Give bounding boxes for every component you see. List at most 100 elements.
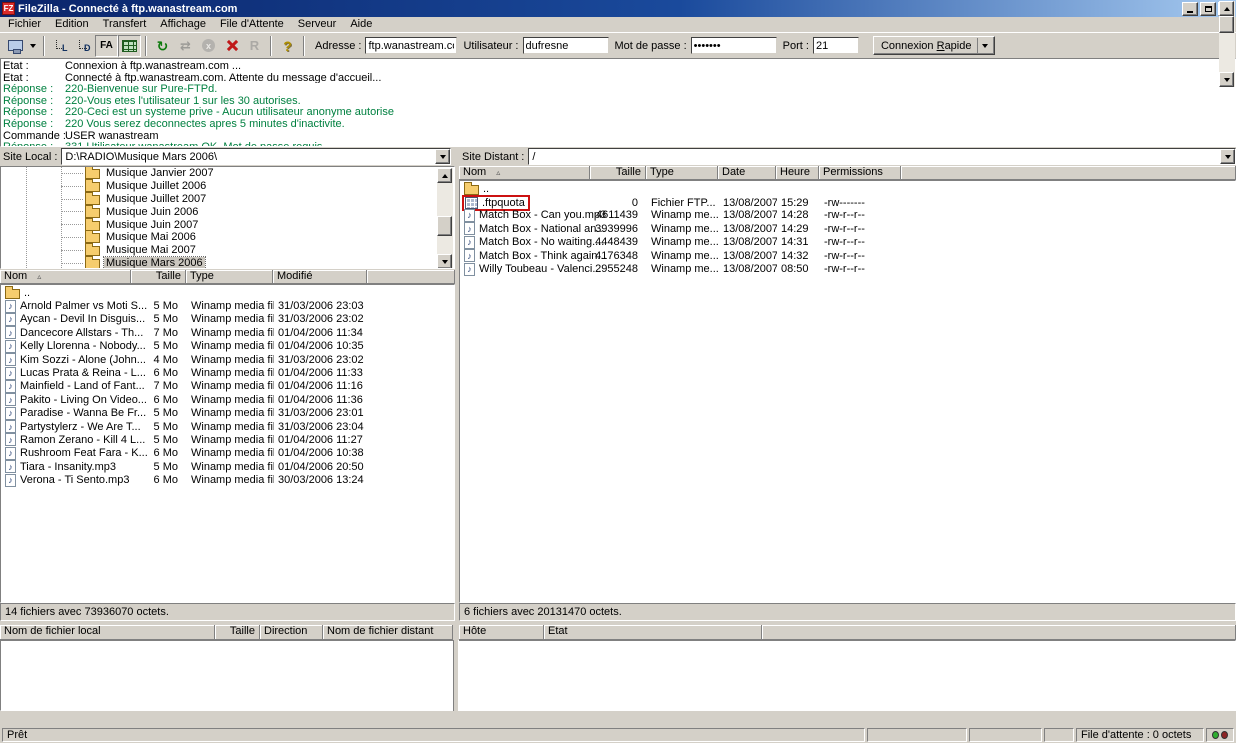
- menu-item[interactable]: Edition: [48, 17, 96, 32]
- remote-file-row[interactable]: Match Box - No waiting.... 4448439 Winam…: [460, 236, 1235, 249]
- refresh-button[interactable]: ↻: [151, 35, 174, 57]
- site-manager-button[interactable]: [4, 35, 27, 57]
- toggle-local-tree-button[interactable]: L: [49, 35, 72, 57]
- local-file-row[interactable]: Dancecore Allstars - Th... 7 Mo Winamp m…: [1, 326, 454, 339]
- remote-file-row[interactable]: .ftpquota 0 Fichier FTP... 13/08/2007 15…: [460, 195, 1235, 208]
- log-scrollbar[interactable]: [1219, 1, 1235, 87]
- scroll-thumb[interactable]: [437, 216, 452, 236]
- remote-path-dropdown[interactable]: [1220, 149, 1235, 164]
- scroll-up-button[interactable]: [437, 168, 452, 183]
- tree-item[interactable]: Musique Mai 2007: [1, 244, 454, 257]
- column-header-hote[interactable]: Hôte: [459, 625, 544, 640]
- file-name: Tiara - Insanity.mp3: [20, 461, 116, 473]
- quickconnect-dropdown[interactable]: [977, 38, 992, 53]
- column-header-taille[interactable]: Taille: [215, 625, 260, 640]
- toolbar: L D FA ↻ ⇄ x R ? Adresse : Utilisateur :…: [0, 32, 1236, 58]
- toggle-remote-tree-button[interactable]: D: [72, 35, 95, 57]
- toggle-filelist-button[interactable]: FA: [95, 35, 118, 57]
- local-file-row[interactable]: Kim Sozzi - Alone (John... 4 Mo Winamp m…: [1, 353, 454, 366]
- local-status-bar: 14 fichiers avec 73936070 octets.: [0, 603, 455, 621]
- log-line-type: Commande :: [3, 130, 65, 142]
- restore-button[interactable]: [1200, 2, 1216, 16]
- local-file-row[interactable]: Arnold Palmer vs Moti S... 5 Mo Winamp m…: [1, 299, 454, 312]
- transfer-icon: ⇄: [180, 38, 191, 54]
- column-header-direction[interactable]: Direction: [260, 625, 323, 640]
- column-header-nom[interactable]: Nom▵: [459, 166, 590, 180]
- column-header-etat[interactable]: Etat: [544, 625, 762, 640]
- address-input[interactable]: [365, 37, 457, 54]
- port-input[interactable]: [813, 37, 859, 54]
- local-file-row[interactable]: Rushroom Feat Fara - K... 6 Mo Winamp me…: [1, 447, 454, 460]
- menu-item[interactable]: Transfert: [96, 17, 154, 32]
- column-header-modifie[interactable]: Modifié: [273, 270, 367, 284]
- remote-file-row[interactable]: Match Box - National an... 3939996 Winam…: [460, 222, 1235, 235]
- file-time: 08:50: [777, 263, 820, 275]
- column-header-nom[interactable]: Nom▵: [0, 270, 131, 284]
- tree-item[interactable]: Musique Janvier 2007: [1, 167, 454, 180]
- local-path-combo[interactable]: D:\RADIO\Musique Mars 2006\: [61, 148, 451, 165]
- tree-scrollbar[interactable]: [437, 168, 453, 269]
- remote-path-combo[interactable]: /: [528, 148, 1236, 165]
- local-file-row[interactable]: Mainfield - Land of Fant... 7 Mo Winamp …: [1, 380, 454, 393]
- column-header-permissions[interactable]: Permissions: [819, 166, 901, 180]
- tree-item[interactable]: Musique Juillet 2006: [1, 180, 454, 193]
- help-button[interactable]: ?: [276, 35, 299, 57]
- remote-file-row[interactable]: Willy Toubeau - Valenci... 2955248 Winam…: [460, 262, 1235, 275]
- local-file-row[interactable]: Kelly Llorenna - Nobody... 5 Mo Winamp m…: [1, 340, 454, 353]
- password-input[interactable]: [691, 37, 777, 54]
- tree-item[interactable]: Musique Mai 2006: [1, 231, 454, 244]
- local-file-row[interactable]: Tiara - Insanity.mp3 5 Mo Winamp media f…: [1, 460, 454, 473]
- menu-item[interactable]: Serveur: [291, 17, 344, 32]
- column-header-taille[interactable]: Taille: [131, 270, 186, 284]
- local-file-row[interactable]: Verona - Ti Sento.mp3 6 Mo Winamp media …: [1, 473, 454, 486]
- file-permissions: -rw-r--r--: [820, 223, 902, 235]
- file-name: Verona - Ti Sento.mp3: [20, 474, 129, 486]
- column-header-type[interactable]: Type: [646, 166, 718, 180]
- scroll-down-button[interactable]: [1219, 72, 1234, 87]
- scroll-thumb[interactable]: [1219, 16, 1234, 33]
- log-line: Réponse :220-Vous etes l'utilisateur 1 s…: [3, 95, 1217, 107]
- local-file-row[interactable]: Aycan - Devil In Disguis... 5 Mo Winamp …: [1, 313, 454, 326]
- local-file-row[interactable]: ..: [1, 286, 454, 299]
- minimize-icon: [1187, 11, 1193, 13]
- menu-item[interactable]: Aide: [343, 17, 379, 32]
- column-header-taille[interactable]: Taille: [590, 166, 646, 180]
- file-size: 5 Mo: [132, 434, 187, 446]
- column-header-type[interactable]: Type: [186, 270, 273, 284]
- remote-list-header: Nom▵ Taille Type Date Heure Permissions: [459, 166, 1236, 180]
- scroll-down-button[interactable]: [437, 254, 452, 269]
- local-file-row[interactable]: Partystylerz - We Are T... 5 Mo Winamp m…: [1, 420, 454, 433]
- column-header-heure[interactable]: Heure: [776, 166, 819, 180]
- menu-item[interactable]: File d'Attente: [213, 17, 291, 32]
- tree-item[interactable]: Musique Juillet 2007: [1, 193, 454, 206]
- tree-item[interactable]: Musique Juin 2006: [1, 205, 454, 218]
- column-header-date[interactable]: Date: [718, 166, 776, 180]
- column-header-remote-filename[interactable]: Nom de fichier distant: [323, 625, 453, 640]
- local-file-row[interactable]: Lucas Prata & Reina - L... 6 Mo Winamp m…: [1, 366, 454, 379]
- file-modified: 01/04/2006 11:34: [274, 327, 368, 339]
- file-time: 14:31: [777, 236, 820, 248]
- menu-item[interactable]: Affichage: [153, 17, 213, 32]
- tree-item[interactable]: Musique Juin 2007: [1, 218, 454, 231]
- site-manager-dropdown[interactable]: [27, 35, 39, 57]
- local-path-dropdown[interactable]: [435, 149, 450, 164]
- remote-file-row[interactable]: Match Box - Can you.mp3 4611439 Winamp m…: [460, 209, 1235, 222]
- local-file-row[interactable]: Paradise - Wanna Be Fr... 5 Mo Winamp me…: [1, 407, 454, 420]
- local-file-row[interactable]: Ramon Zerano - Kill 4 L... 5 Mo Winamp m…: [1, 433, 454, 446]
- app-icon[interactable]: FZ: [2, 2, 15, 15]
- remote-file-row[interactable]: Match Box - Think again... 4176348 Winam…: [460, 249, 1235, 262]
- user-input[interactable]: [523, 37, 609, 54]
- transfer-queue: [0, 640, 1236, 711]
- remote-file-row[interactable]: ..: [460, 182, 1235, 195]
- disconnect-button[interactable]: [220, 35, 243, 57]
- menu-item[interactable]: Fichier: [1, 17, 48, 32]
- quickconnect-button[interactable]: Connexion Rapide: [873, 36, 996, 55]
- scroll-up-button[interactable]: [1219, 1, 1234, 16]
- toggle-queue-button[interactable]: [118, 35, 141, 57]
- local-file-row[interactable]: Pakito - Living On Video... 6 Mo Winamp …: [1, 393, 454, 406]
- minimize-button[interactable]: [1182, 2, 1198, 16]
- tree-item[interactable]: Musique Mars 2006: [1, 257, 454, 269]
- log-line-message: Connexion à ftp.wanastream.com ...: [65, 60, 241, 72]
- column-header-local-filename[interactable]: Nom de fichier local: [0, 625, 215, 640]
- queue-splitter[interactable]: [453, 640, 459, 711]
